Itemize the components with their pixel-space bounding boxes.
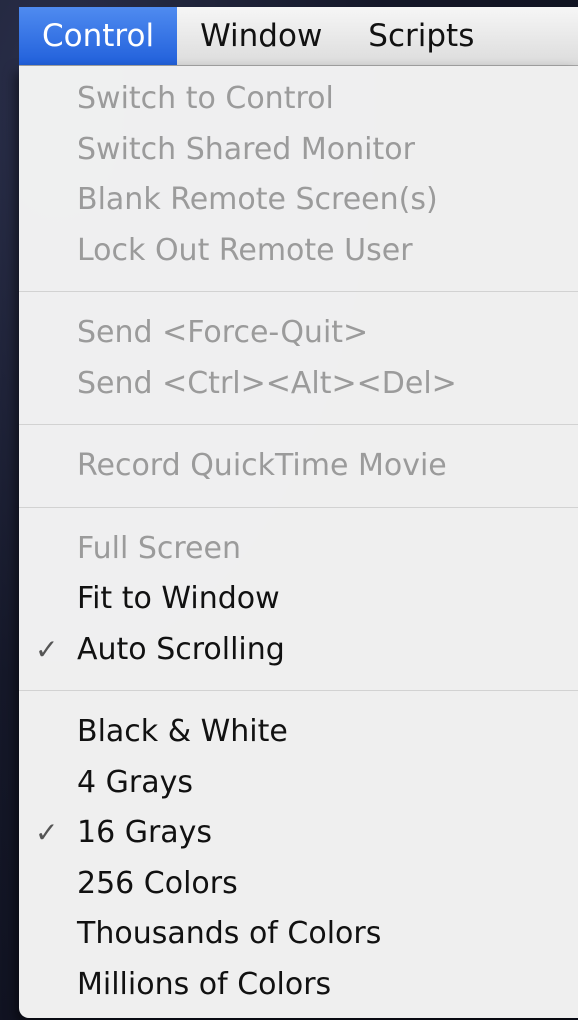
menu-item-full-screen: Full Screen [19, 524, 578, 575]
menu-item-label: 256 Colors [77, 865, 238, 901]
control-menu-dropdown: Switch to Control Switch Shared Monitor … [19, 66, 578, 1018]
menu-item-black-and-white[interactable]: Black & White [19, 707, 578, 758]
checkmark-icon: ✓ [35, 632, 59, 666]
checkmark-icon: ✓ [35, 816, 59, 849]
menu-item-label: Blank Remote Screen(s) [77, 182, 438, 217]
menu-item-label: Millions of Colors [77, 966, 332, 1002]
menu-separator [19, 291, 578, 292]
menu-item-record-quicktime-movie: Record QuickTime Movie [19, 441, 578, 492]
menu-item-thousands-of-colors[interactable]: Thousands of Colors [19, 909, 578, 960]
menu-item-label: 4 Grays [77, 764, 193, 800]
menu-item-send-ctrl-alt-del: Send <Ctrl><Alt><Del> [19, 359, 578, 410]
menu-item-switch-to-control: Switch to Control [19, 74, 578, 125]
menu-item-send-force-quit: Send <Force-Quit> [19, 308, 578, 359]
menu-separator [19, 690, 578, 691]
menu-item-label: Lock Out Remote User [77, 232, 413, 268]
menu-item-auto-scrolling[interactable]: ✓ Auto Scrolling [19, 625, 578, 676]
menubar-control[interactable]: Control [19, 7, 178, 65]
menu-item-16-grays[interactable]: ✓ 16 Grays [19, 808, 578, 859]
menu-separator [19, 424, 578, 425]
menu-item-label: Fit to Window [77, 581, 280, 616]
menu-item-blank-remote-screens: Blank Remote Screen(s) [19, 175, 578, 226]
menu-separator [19, 506, 578, 508]
menu-item-4-grays[interactable]: 4 Grays [19, 758, 578, 809]
menu-item-label: Thousands of Colors [77, 916, 382, 951]
menu-item-label: Send <Force-Quit> [77, 315, 369, 350]
menu-item-label: Full Screen [77, 530, 241, 566]
menu-item-label: Record QuickTime Movie [77, 448, 447, 483]
menu-item-label: Black & White [77, 714, 288, 749]
menu-bar: Control Window Scripts [19, 7, 578, 66]
menu-item-fit-to-window[interactable]: Fit to Window [19, 574, 578, 625]
menu-item-label: 16 Grays [77, 815, 213, 850]
menu-item-lock-out-remote-user: Lock Out Remote User [19, 226, 578, 277]
menu-item-switch-shared-monitor: Switch Shared Monitor [19, 125, 578, 176]
menu-item-label: Switch Shared Monitor [77, 131, 415, 167]
menu-item-label: Send <Ctrl><Alt><Del> [77, 365, 457, 401]
menu-item-256-colors[interactable]: 256 Colors [19, 859, 578, 910]
menubar-window[interactable]: Window [177, 7, 345, 65]
menu-item-label: Auto Scrolling [77, 631, 285, 667]
menu-item-millions-of-colors[interactable]: Millions of Colors [19, 960, 578, 1011]
menubar-scripts[interactable]: Scripts [345, 7, 497, 65]
menu-item-label: Switch to Control [77, 81, 334, 116]
